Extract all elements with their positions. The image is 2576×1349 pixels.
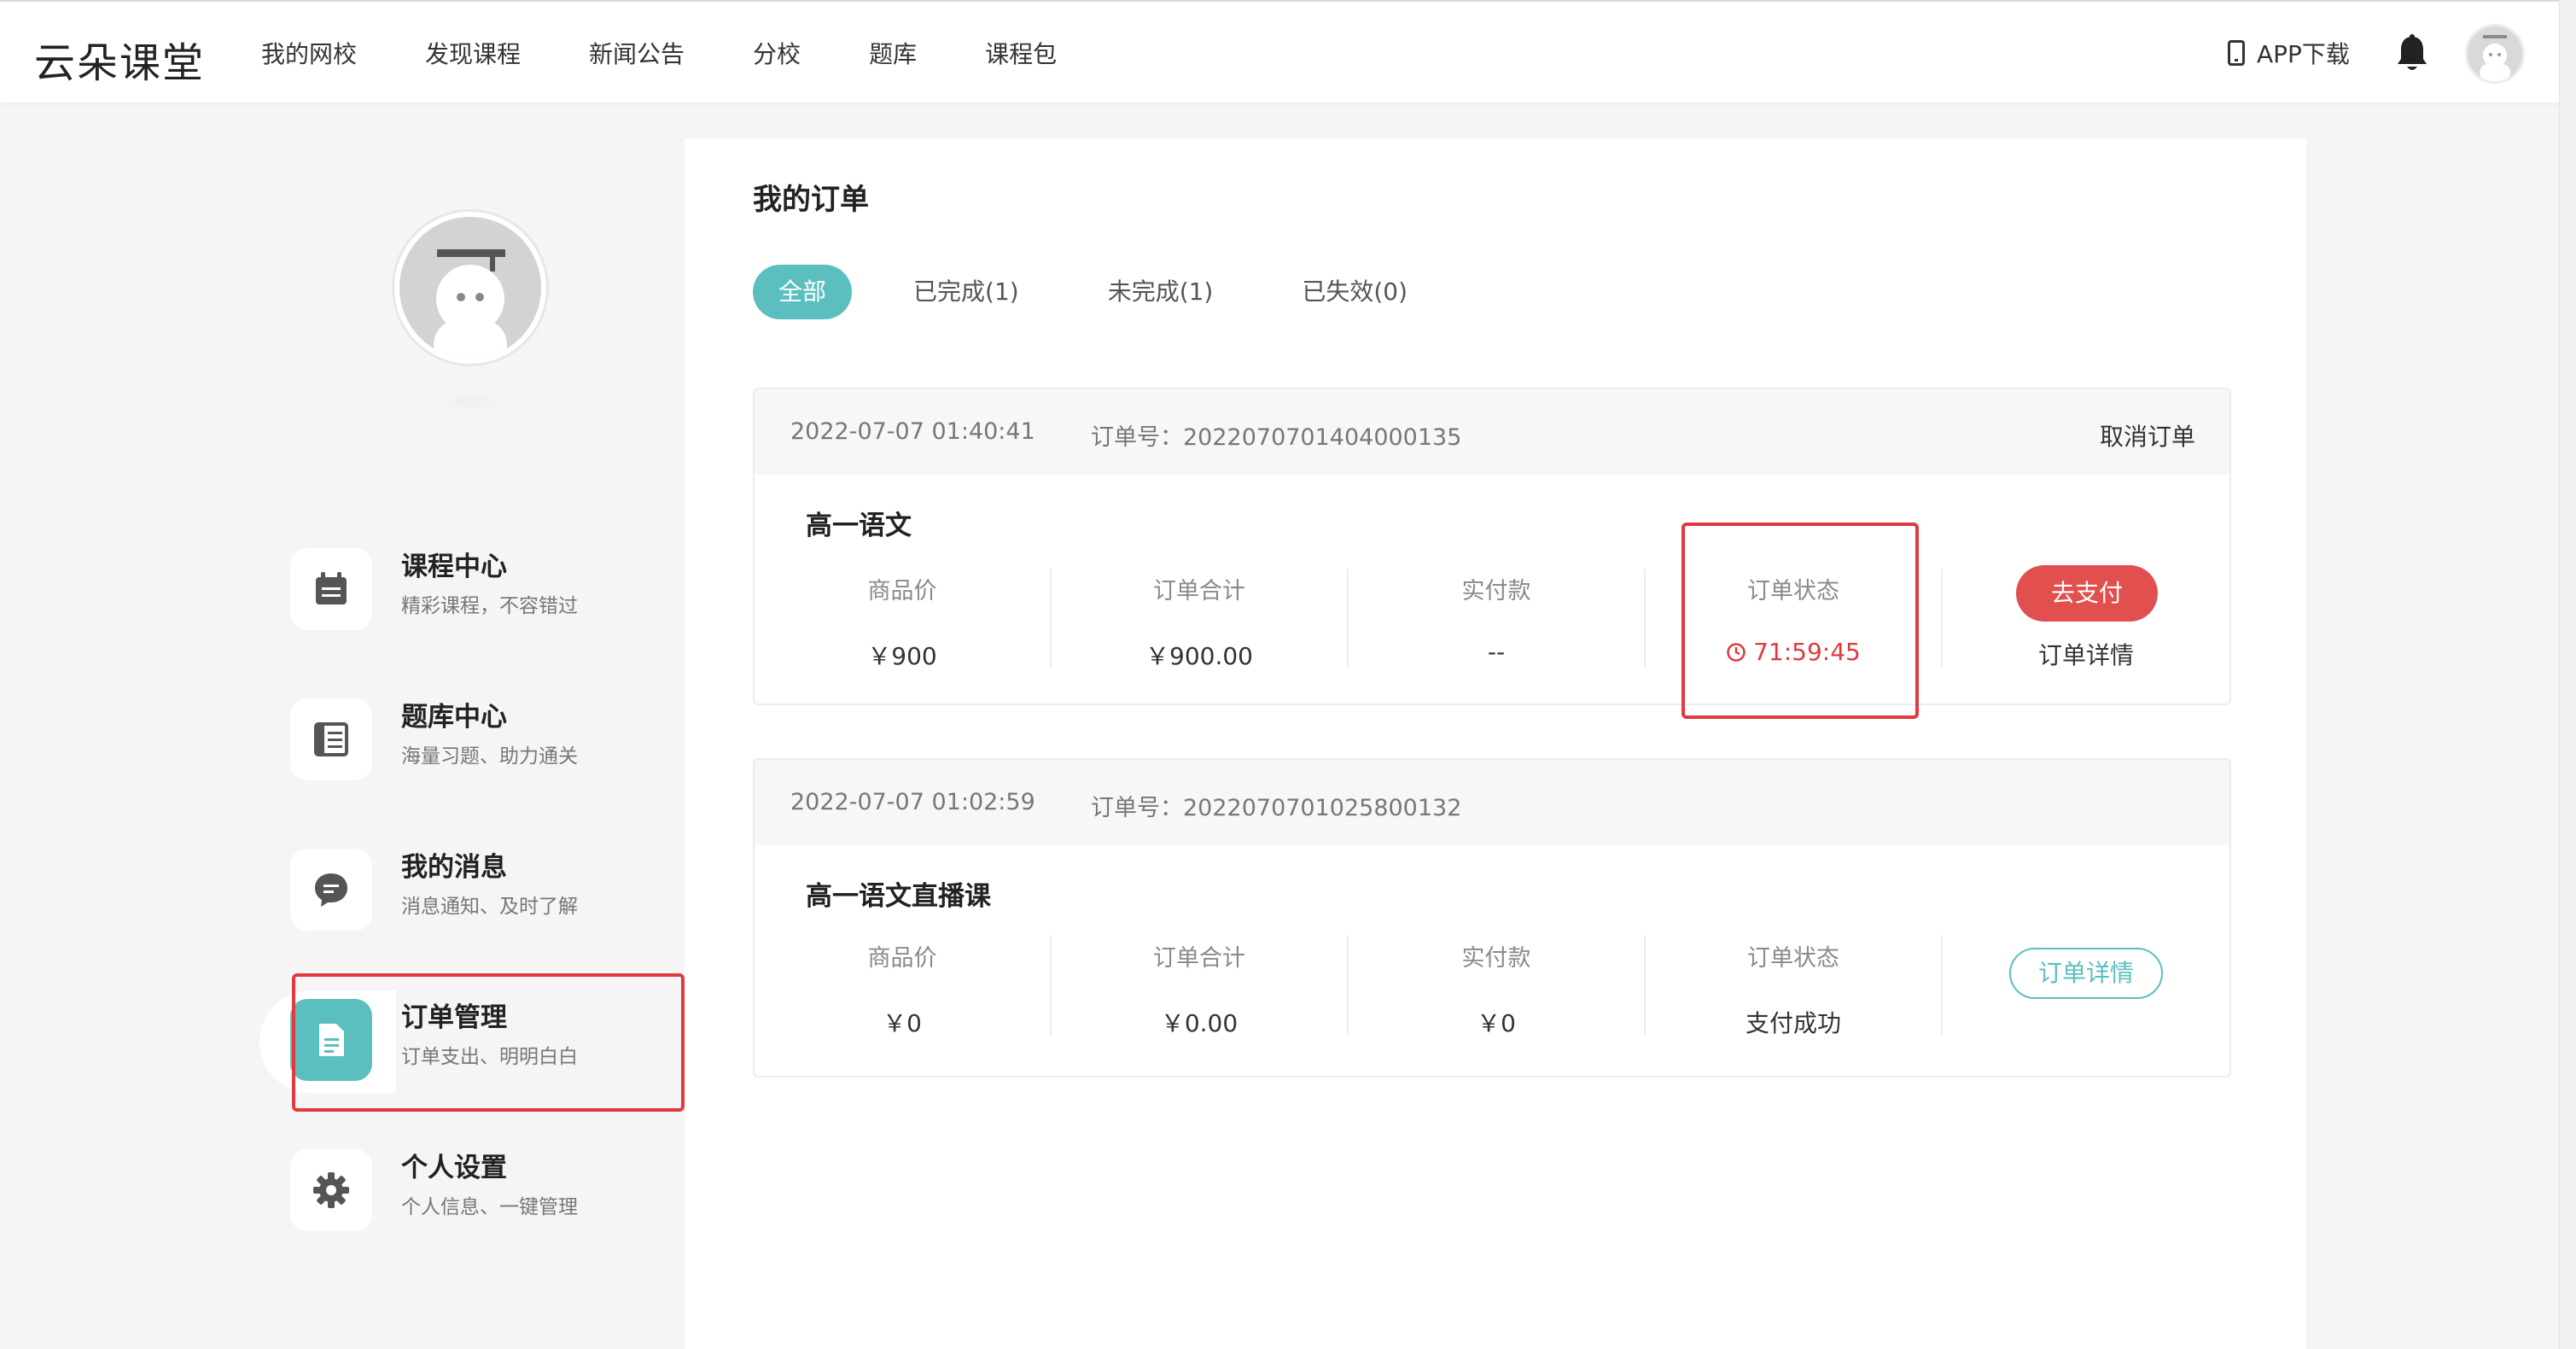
- sidebar-item-course-center[interactable]: 课程中心 精彩课程，不容错过: [290, 536, 683, 639]
- nav-news[interactable]: 新闻公告: [589, 36, 685, 70]
- nav-course-package[interactable]: 课程包: [985, 36, 1057, 70]
- bell-icon[interactable]: [2395, 34, 2429, 77]
- order-number: 订单号：2022070701025800132: [1091, 795, 1462, 821]
- nav-my-school[interactable]: 我的网校: [261, 36, 357, 70]
- order-header: 2022-07-07 01:40:41 订单号：2022070701404000…: [755, 389, 2229, 475]
- tab-expired[interactable]: 已失效(0): [1302, 265, 1407, 319]
- page-scrollbar[interactable]: [2559, 0, 2576, 1349]
- sidebar-item-personal-settings[interactable]: 个人设置 个人信息、一键管理: [290, 1137, 683, 1240]
- col-value: 支付成功: [1745, 1009, 1841, 1037]
- col-label: 实付款: [1461, 578, 1531, 604]
- order-body: 高一语文直播课 商品价 ￥0 订单合计 ￥0.00 实付款 ￥0 订单状态 支付…: [755, 845, 2229, 1076]
- message-icon: [290, 849, 372, 931]
- total-column: 订单合计 ￥0.00: [1052, 939, 1347, 1039]
- main-nav: 我的网校 发现课程 新闻公告 分校 题库 课程包: [261, 36, 1125, 70]
- col-label: 商品价: [867, 945, 937, 972]
- sidebar-item-order-management[interactable]: 订单管理 订单支出、明明白白: [290, 987, 683, 1089]
- list-icon: [290, 698, 372, 780]
- sidebar-item-subtitle: 精彩课程，不容错过: [401, 595, 578, 617]
- col-label: 订单合计: [1153, 945, 1245, 972]
- col-value: --: [1487, 638, 1506, 666]
- cancel-order-button[interactable]: 取消订单: [2100, 418, 2195, 453]
- paid-column: 实付款 --: [1349, 572, 1644, 666]
- sidebar-item-title: 订单管理: [401, 1002, 507, 1033]
- nav-discover-courses[interactable]: 发现课程: [425, 36, 521, 70]
- clock-icon: [1726, 640, 1746, 669]
- col-label: 商品价: [867, 578, 937, 604]
- tab-all[interactable]: 全部: [753, 265, 853, 319]
- sidebar-item-subtitle: 消息通知、及时了解: [401, 896, 578, 918]
- col-value: ￥0.00: [1160, 1009, 1238, 1037]
- order-date: 2022-07-07 01:02:59: [790, 789, 1035, 815]
- orders-panel: 我的订单 全部 已完成(1) 未完成(1) 已失效(0) 2022-07-07 …: [685, 138, 2306, 1349]
- countdown-timer: 71:59:45: [1646, 638, 1941, 669]
- tab-uncompleted[interactable]: 未完成(1): [1108, 265, 1214, 319]
- column-divider: [1941, 569, 1943, 668]
- sidebar-item-subtitle: 海量习题、助力通关: [401, 745, 578, 768]
- order-number: 订单号：2022070701404000135: [1091, 424, 1462, 451]
- col-label: 订单状态: [1747, 945, 1839, 972]
- sidebar-item-my-messages[interactable]: 我的消息 消息通知、及时了解: [290, 837, 683, 939]
- col-value: ￥900: [867, 642, 937, 670]
- order-detail-link[interactable]: 订单详情: [2038, 637, 2134, 671]
- sidebar-item-title: 题库中心: [401, 702, 507, 733]
- col-value: ￥0: [1477, 1009, 1516, 1037]
- status-column: 订单状态 71:59:45: [1646, 572, 1941, 669]
- order-card: 2022-07-07 01:02:59 订单号：2022070701025800…: [753, 758, 2231, 1077]
- col-label: 订单合计: [1153, 578, 1245, 604]
- sidebar-item-title: 我的消息: [401, 852, 507, 883]
- gear-icon: [290, 1149, 372, 1231]
- tab-completed[interactable]: 已完成(1): [913, 265, 1019, 319]
- profile-name: ‧‧‧‧‧‧: [448, 391, 491, 417]
- phone-icon: [2228, 40, 2245, 66]
- avatar[interactable]: [2465, 24, 2525, 84]
- top-header: 云朵课堂 我的网校 发现课程 新闻公告 分校 题库 课程包 APP下载: [0, 0, 2576, 102]
- total-column: 订单合计 ￥900.00: [1052, 572, 1347, 672]
- order-tabs: 全部 已完成(1) 未完成(1) 已失效(0): [753, 265, 1407, 319]
- col-label: 实付款: [1461, 945, 1531, 972]
- column-divider: [1941, 936, 1943, 1035]
- countdown-value: 71:59:45: [1753, 638, 1861, 666]
- col-label: 订单状态: [1747, 578, 1839, 604]
- sidebar-item-subtitle: 订单支出、明明白白: [401, 1046, 578, 1068]
- nav-branch[interactable]: 分校: [753, 36, 801, 70]
- order-card: 2022-07-07 01:40:41 订单号：2022070701404000…: [753, 388, 2231, 705]
- col-value: ￥0: [883, 1009, 922, 1037]
- price-column: 商品价 ￥900: [755, 572, 1050, 672]
- page-title: 我的订单: [753, 183, 869, 217]
- order-header: 2022-07-07 01:02:59 订单号：2022070701025800…: [755, 760, 2229, 845]
- sidebar-item-title: 个人设置: [401, 1153, 507, 1183]
- app-download-link[interactable]: APP下载: [2228, 36, 2350, 70]
- nav-question-bank[interactable]: 题库: [869, 36, 917, 70]
- sidebar-item-title: 课程中心: [401, 552, 507, 582]
- app-download-label: APP下载: [2257, 40, 2350, 68]
- sidebar-item-subtitle: 个人信息、一键管理: [401, 1196, 578, 1218]
- document-icon: [290, 999, 372, 1081]
- paid-column: 实付款 ￥0: [1349, 939, 1644, 1039]
- order-date: 2022-07-07 01:40:41: [790, 418, 1035, 445]
- course-name: 高一语文: [806, 511, 912, 541]
- status-column: 订单状态 支付成功: [1646, 939, 1941, 1039]
- col-value: ￥900.00: [1145, 642, 1253, 670]
- order-body: 高一语文 商品价 ￥900 订单合计 ￥900.00 实付款 -- 订单状态 7…: [755, 475, 2229, 704]
- site-logo[interactable]: 云朵课堂: [34, 29, 205, 89]
- calendar-icon: [290, 548, 372, 630]
- order-detail-button[interactable]: 订单详情: [2009, 948, 2163, 999]
- pay-button[interactable]: 去支付: [2016, 565, 2158, 622]
- sidebar-item-question-center[interactable]: 题库中心 海量习题、助力通关: [290, 686, 683, 789]
- profile-avatar[interactable]: [394, 212, 546, 364]
- course-name: 高一语文直播课: [806, 881, 991, 912]
- price-column: 商品价 ￥0: [755, 939, 1050, 1039]
